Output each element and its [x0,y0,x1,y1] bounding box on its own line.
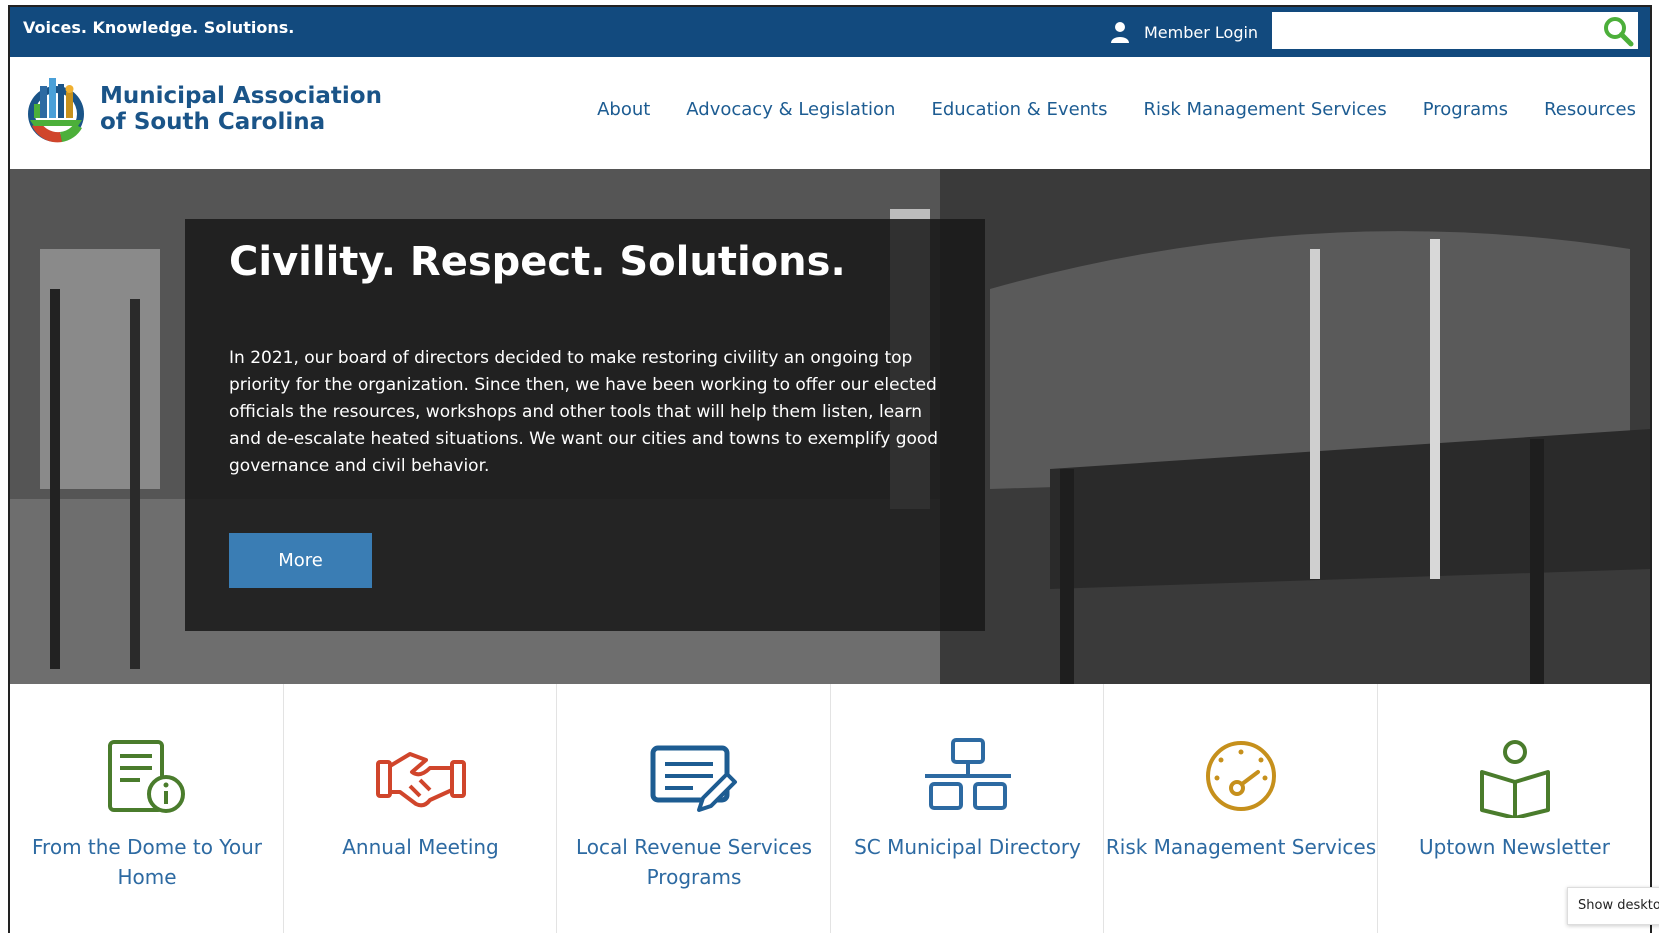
hero-title: Civility. Respect. Solutions. [229,239,846,285]
card-label: SC Municipal Directory [854,835,1081,859]
top-bar: Voices. Knowledge. Solutions. Member Log… [10,7,1650,57]
member-login-label: Member Login [1144,22,1259,42]
card-dome-to-home[interactable]: From the Dome to Your Home [10,684,284,933]
site-header: Municipal Association of South Carolina … [10,57,1650,169]
city-seal-logo-icon [28,78,84,143]
site-name-line1: Municipal Association [100,83,382,109]
more-button[interactable]: More [229,533,372,588]
card-risk-management[interactable]: Risk Management Services [1104,684,1378,933]
handshake-icon [375,752,466,808]
show-desktop-tooltip[interactable]: Show deskto [1567,887,1659,925]
card-label: Annual Meeting [342,835,499,859]
page-frame: Voices. Knowledge. Solutions. Member Log… [8,5,1652,933]
nav-resources[interactable]: Resources [1544,99,1636,120]
reader-book-icon [1479,740,1550,818]
card-label: Risk Management Services [1105,835,1377,859]
main-nav: About Advocacy & Legislation Education &… [561,99,1636,120]
org-chart-icon [924,738,1011,810]
card-label: From the Dome to Your Home [32,835,262,889]
site-logo[interactable]: Municipal Association of South Carolina [22,74,382,144]
search-box [1272,12,1638,49]
nav-programs[interactable]: Programs [1423,99,1508,120]
site-name-line2: of South Carolina [100,109,326,135]
quick-links: From the Dome to Your Home Annual Meetin… [10,684,1650,933]
user-icon [1111,22,1129,43]
card-local-revenue[interactable]: Local Revenue Services Programs [557,684,831,933]
form-pencil-icon [650,745,737,812]
gauge-icon [1206,741,1276,811]
member-login-link[interactable]: Member Login [1110,15,1258,49]
nav-education-events[interactable]: Education & Events [931,99,1107,120]
search-icon[interactable] [1602,15,1634,47]
card-label: Local Revenue Services Programs [576,835,812,889]
card-label: Uptown Newsletter [1419,835,1610,859]
hero-banner: Civility. Respect. Solutions. In 2021, o… [10,169,1650,684]
tagline: Voices. Knowledge. Solutions. [23,18,295,37]
search-input[interactable] [1278,12,1582,47]
nav-advocacy-legislation[interactable]: Advocacy & Legislation [686,99,895,120]
nav-about[interactable]: About [597,99,650,120]
document-info-icon [108,740,185,813]
card-annual-meeting[interactable]: Annual Meeting [284,684,557,933]
hero-text-panel: Civility. Respect. Solutions. In 2021, o… [185,219,985,631]
site-name: Municipal Association of South Carolina [100,83,382,135]
hero-body: In 2021, our board of directors decided … [229,348,939,476]
nav-risk-management-services[interactable]: Risk Management Services [1144,99,1387,120]
card-sc-municipal-directory[interactable]: SC Municipal Directory [831,684,1104,933]
